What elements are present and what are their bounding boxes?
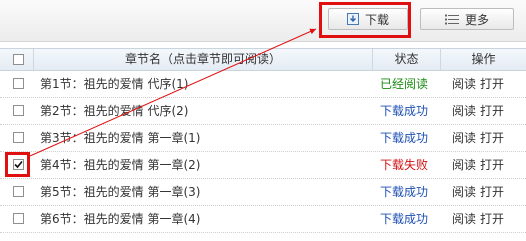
table-header: 章节名（点击章节即可阅读） 状态 操作 (0, 48, 526, 71)
open-link[interactable]: 打开 (480, 104, 504, 118)
status-text: 下载成功 (380, 104, 429, 118)
open-link[interactable]: 打开 (480, 212, 504, 226)
read-link[interactable]: 阅读 (452, 104, 476, 118)
header-chapter-name[interactable]: 章节名（点击章节即可阅读） (33, 49, 372, 70)
more-label: 更多 (464, 12, 489, 27)
chapter-name-link[interactable]: 第2节：祖先的爱情 代序(2) (40, 98, 188, 124)
open-link[interactable]: 打开 (480, 131, 504, 145)
read-link[interactable]: 阅读 (452, 158, 476, 172)
chapter-name-link[interactable]: 第6节：祖先的爱情 第一章(4) (40, 206, 200, 232)
row-checkbox[interactable] (13, 132, 24, 143)
read-link[interactable]: 阅读 (452, 185, 476, 199)
status-text: 下载成功 (380, 212, 429, 226)
row-checkbox[interactable] (13, 213, 24, 224)
status-text: 下载成功 (380, 131, 429, 145)
row-operations: 阅读 打开 (452, 125, 508, 151)
row-operations: 阅读 打开 (452, 98, 508, 124)
status-text: 下载失败 (380, 158, 429, 172)
select-all-checkbox[interactable] (13, 54, 24, 65)
table-row: 第1节：祖先的爱情 代序(1) 已经阅读 阅读 打开 (0, 71, 526, 98)
header-operations: 操作 (440, 49, 526, 70)
row-operations: 阅读 打开 (452, 71, 508, 97)
open-link[interactable]: 打开 (480, 158, 504, 172)
header-select-all (0, 49, 33, 70)
table-row: 第5节：祖先的爱情 第一章(3) 下载成功 阅读 打开 (0, 179, 526, 206)
open-link[interactable]: 打开 (480, 77, 504, 91)
checkbox-highlight-box (5, 152, 30, 177)
read-link[interactable]: 阅读 (452, 77, 476, 91)
more-button[interactable]: 更多 (420, 8, 514, 30)
row-operations: 阅读 打开 (452, 179, 508, 205)
header-status[interactable]: 状态 (372, 49, 440, 70)
chapter-name-link[interactable]: 第4节：祖先的爱情 第一章(2) (40, 152, 200, 178)
table-row: 第3节：祖先的爱情 第一章(1) 下载成功 阅读 打开 (0, 125, 526, 152)
read-link[interactable]: 阅读 (452, 131, 476, 145)
list-icon (444, 14, 459, 25)
row-checkbox[interactable] (13, 186, 24, 197)
row-operations: 阅读 打开 (452, 206, 508, 232)
read-link[interactable]: 阅读 (452, 212, 476, 226)
row-checkbox[interactable] (13, 105, 24, 116)
chapter-name-link[interactable]: 第1节：祖先的爱情 代序(1) (40, 71, 188, 97)
row-operations: 阅读 打开 (452, 152, 508, 178)
table-row: 第6节：祖先的爱情 第一章(4) 下载成功 阅读 打开 (0, 206, 526, 233)
toolbar: 下载 更多 (0, 0, 526, 42)
status-text: 已经阅读 (380, 77, 429, 91)
row-checkbox[interactable] (13, 78, 24, 89)
download-highlight-box (319, 2, 411, 38)
status-text: 下载成功 (380, 185, 429, 199)
table-row: 第4节：祖先的爱情 第一章(2) 下载失败 阅读 打开 (0, 152, 526, 179)
table-row: 第2节：祖先的爱情 代序(2) 下载成功 阅读 打开 (0, 98, 526, 125)
chapter-name-link[interactable]: 第5节：祖先的爱情 第一章(3) (40, 179, 200, 205)
chapter-name-link[interactable]: 第3节：祖先的爱情 第一章(1) (40, 125, 200, 151)
open-link[interactable]: 打开 (480, 185, 504, 199)
